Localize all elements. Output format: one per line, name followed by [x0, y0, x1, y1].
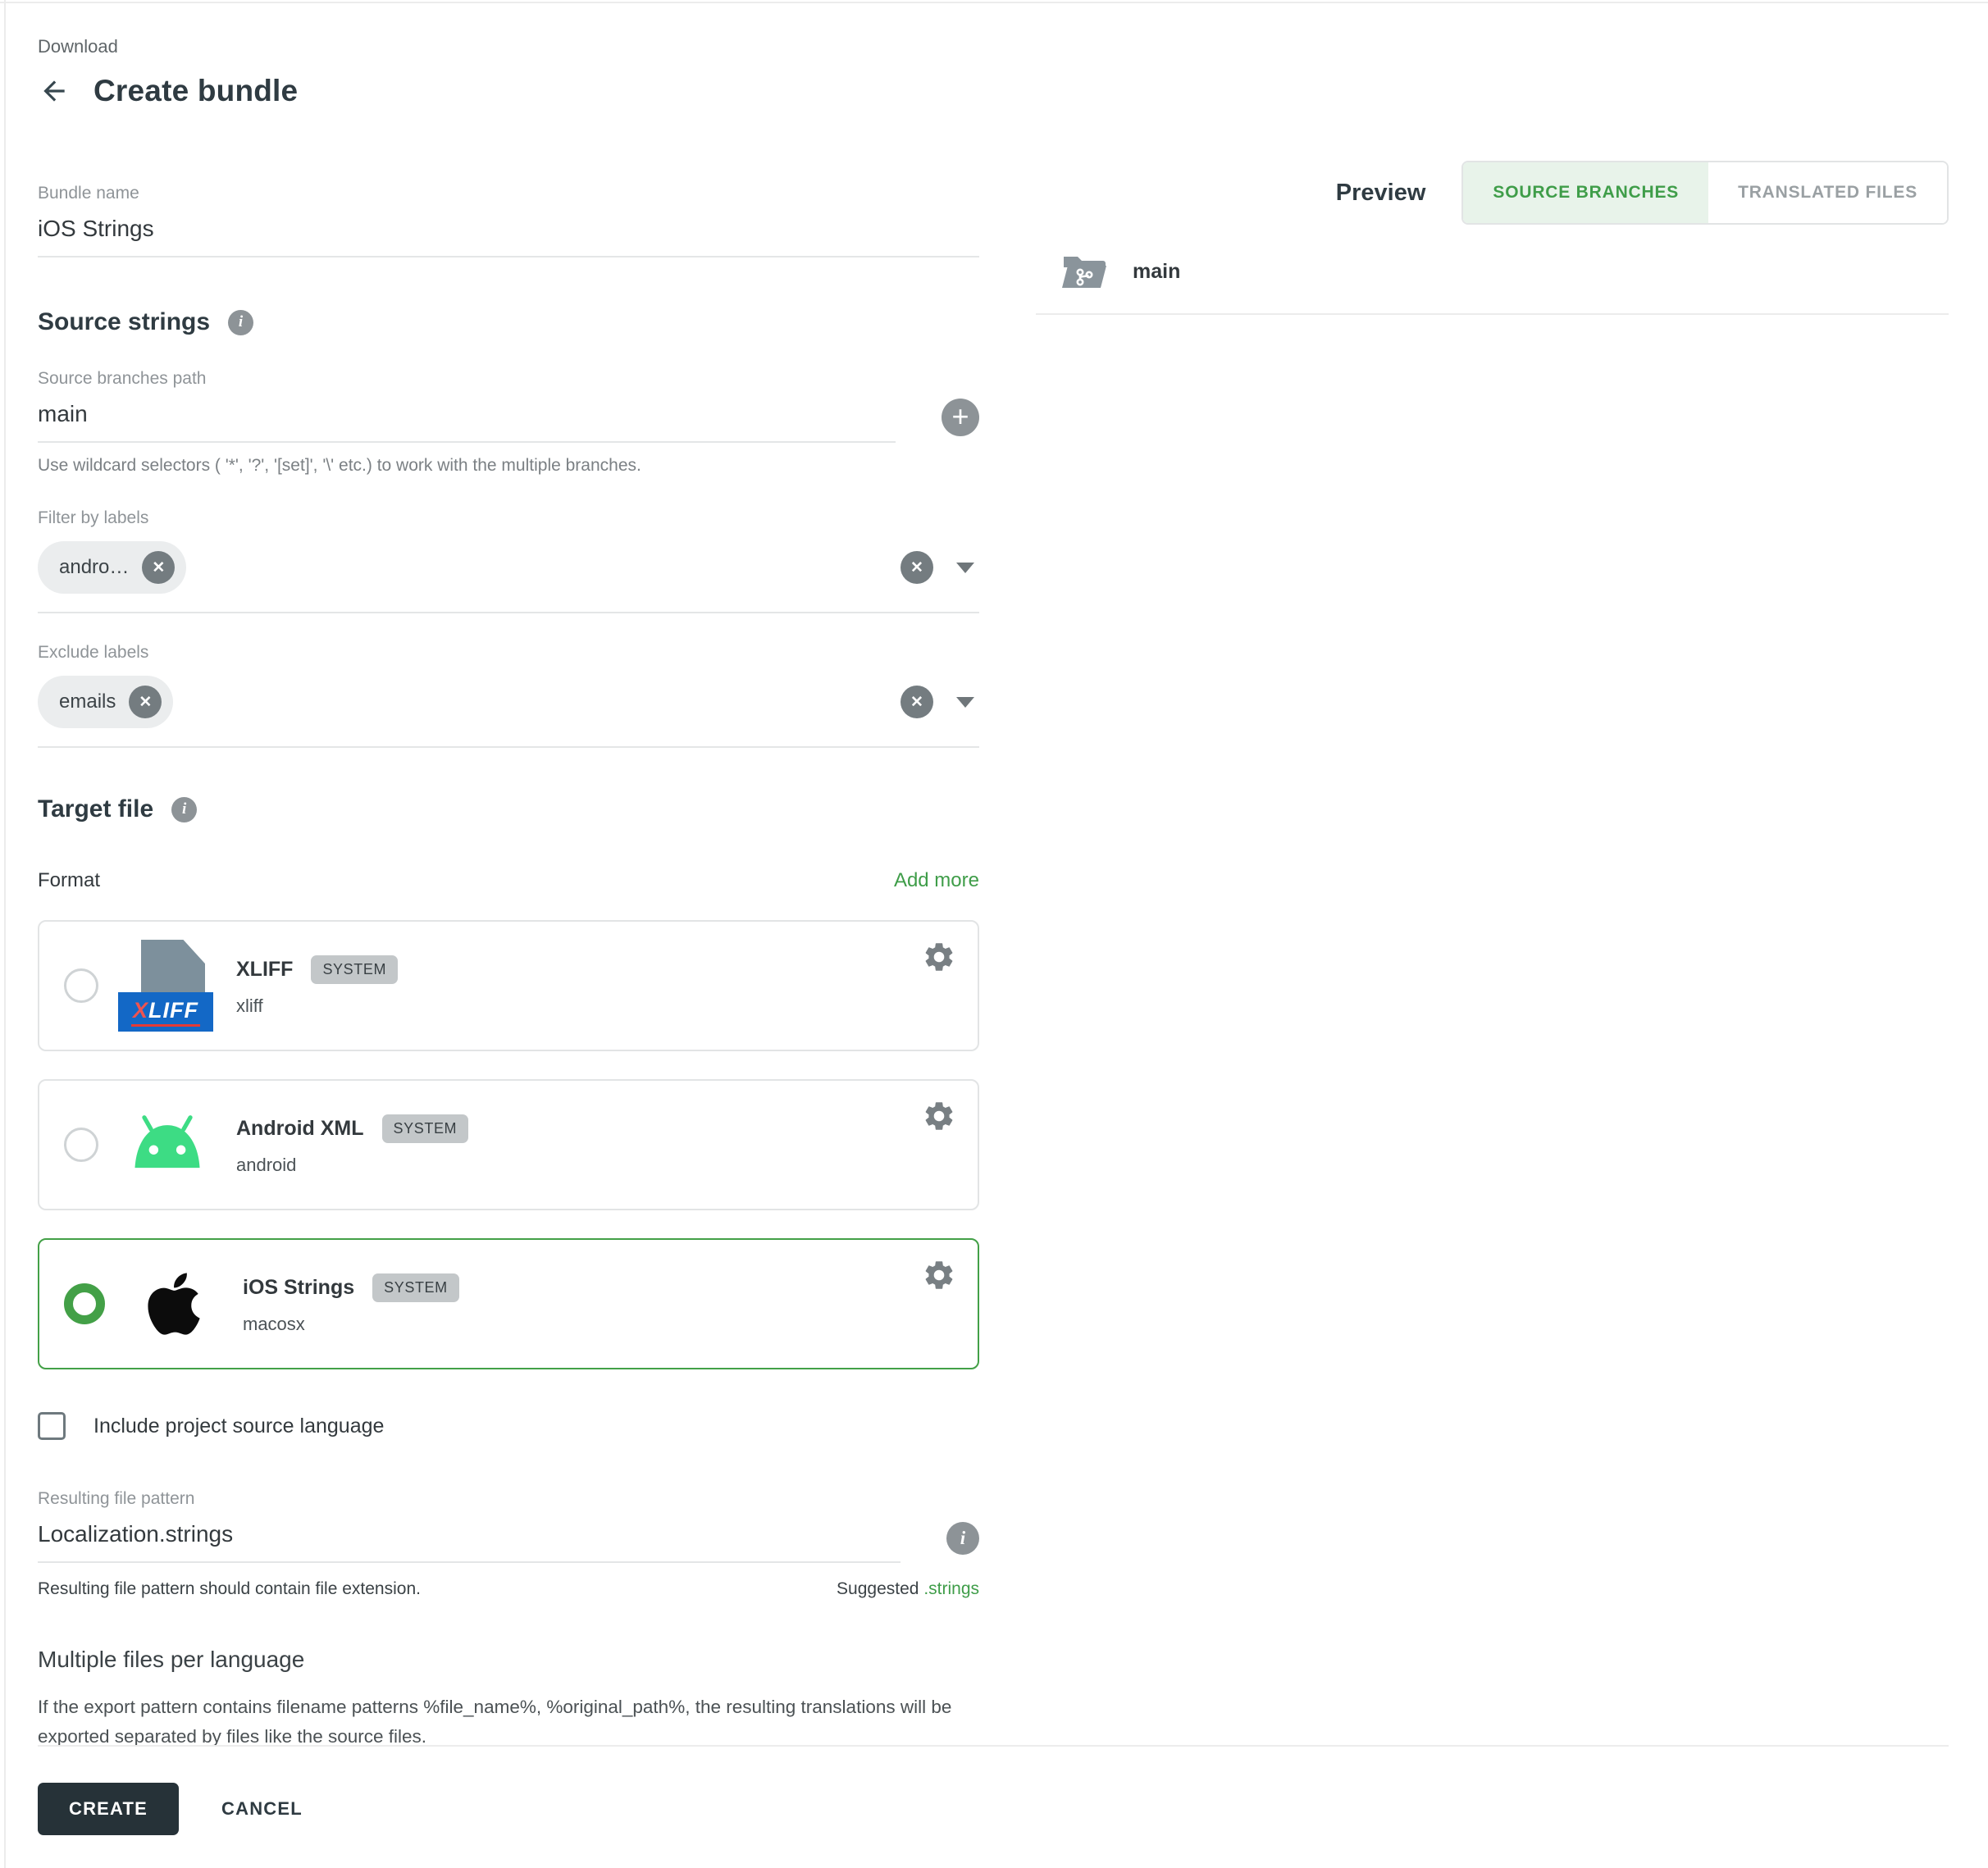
format-label: Format	[38, 869, 100, 892]
gear-icon[interactable]	[922, 940, 956, 974]
preview-title: Preview	[1336, 180, 1426, 207]
format-card-ios-strings[interactable]: iOS Strings SYSTEM macosx	[38, 1238, 979, 1369]
system-badge: SYSTEM	[372, 1273, 459, 1302]
system-badge: SYSTEM	[382, 1114, 469, 1143]
create-bundle-page: Download Create bundle Bundle name iOS S…	[0, 0, 1988, 1868]
format-name: XLIFF	[236, 958, 293, 982]
format-header-row: Format Add more	[38, 869, 979, 892]
android-icon	[116, 1114, 218, 1175]
preview-panel: Preview SOURCE BRANCHES TRANSLATED FILES	[1036, 161, 1949, 315]
source-strings-info-icon[interactable]: i	[228, 310, 253, 335]
suggested-extension-link[interactable]: .strings	[923, 1579, 979, 1598]
add-more-link[interactable]: Add more	[894, 869, 979, 892]
cancel-button[interactable]: CANCEL	[221, 1798, 303, 1820]
multiple-files-heading: Multiple files per language	[38, 1647, 979, 1673]
resulting-pattern-label: Resulting file pattern	[38, 1489, 979, 1509]
back-arrow-icon[interactable]	[38, 75, 71, 107]
exclude-labels-label: Exclude labels	[38, 643, 979, 663]
footer-actions: CREATE CANCEL	[38, 1783, 303, 1835]
source-strings-section-header: Source strings i	[38, 308, 979, 336]
format-subtitle: macosx	[243, 1314, 459, 1335]
bundle-form: Download Create bundle Bundle name iOS S…	[38, 0, 979, 1752]
preview-toggle: SOURCE BRANCHES TRANSLATED FILES	[1461, 161, 1949, 225]
target-file-heading: Target file	[38, 795, 153, 823]
source-branches-field: Source branches path main + Use wildcard…	[38, 369, 979, 476]
page-title: Create bundle	[93, 74, 298, 108]
target-file-section-header: Target file i	[38, 795, 979, 823]
clear-field-icon[interactable]: ✕	[901, 686, 933, 718]
gear-icon[interactable]	[922, 1258, 956, 1292]
format-card-xliff[interactable]: XLIFF XLIFF SYSTEM xliff	[38, 920, 979, 1051]
resulting-pattern-input[interactable]: Localization.strings	[38, 1509, 901, 1563]
preview-divider	[1036, 313, 1949, 315]
format-name: Android XML	[236, 1117, 364, 1141]
gear-icon[interactable]	[922, 1099, 956, 1133]
preview-header: Preview SOURCE BRANCHES TRANSLATED FILES	[1036, 161, 1949, 225]
footer-divider	[38, 1745, 1949, 1747]
tree-item-main[interactable]: main	[1036, 253, 1949, 290]
breadcrumb[interactable]: Download	[38, 0, 979, 57]
tree-item-label: main	[1133, 260, 1180, 284]
filter-labels-label: Filter by labels	[38, 508, 979, 528]
panel-left-edge	[4, 0, 6, 1868]
resulting-file-pattern-field: Resulting file pattern Localization.stri…	[38, 1489, 979, 1599]
create-button[interactable]: CREATE	[38, 1783, 179, 1835]
remove-chip-icon[interactable]: ✕	[142, 551, 175, 584]
label-chip[interactable]: emails ✕	[38, 676, 173, 728]
label-chip[interactable]: andro… ✕	[38, 541, 186, 594]
xliff-file-icon: XLIFF	[116, 940, 218, 1032]
pattern-help-text: Resulting file pattern should contain fi…	[38, 1579, 421, 1599]
exclude-labels-input[interactable]: emails ✕ ✕	[38, 667, 979, 748]
bundle-name-label: Bundle name	[38, 184, 979, 203]
multiple-files-description: If the export pattern contains filename …	[38, 1693, 979, 1752]
chevron-down-icon[interactable]	[956, 563, 974, 573]
branch-folder-icon	[1062, 253, 1108, 290]
include-source-language-checkbox[interactable]	[38, 1412, 66, 1440]
include-source-language-row: Include project source language	[38, 1412, 979, 1440]
source-strings-heading: Source strings	[38, 308, 210, 336]
target-file-info-icon[interactable]: i	[171, 797, 197, 822]
system-badge: SYSTEM	[311, 955, 398, 984]
chip-text: emails	[59, 690, 116, 713]
radio-unselected[interactable]	[64, 1128, 98, 1162]
format-subtitle: xliff	[236, 996, 398, 1017]
exclude-labels-field: Exclude labels emails ✕ ✕	[38, 643, 979, 748]
source-branches-input[interactable]: main	[38, 389, 896, 443]
tab-source-branches[interactable]: SOURCE BRANCHES	[1463, 162, 1708, 223]
source-branches-label: Source branches path	[38, 369, 979, 389]
page-header: Create bundle	[38, 74, 979, 108]
add-branch-path-button[interactable]: +	[942, 399, 979, 436]
tab-translated-files[interactable]: TRANSLATED FILES	[1708, 162, 1947, 223]
clear-field-icon[interactable]: ✕	[901, 551, 933, 584]
include-source-language-label[interactable]: Include project source language	[93, 1415, 384, 1438]
format-subtitle: android	[236, 1155, 468, 1176]
chevron-down-icon[interactable]	[956, 697, 974, 708]
filter-labels-input[interactable]: andro… ✕ ✕	[38, 533, 979, 613]
chip-text: andro…	[59, 556, 129, 579]
format-name: iOS Strings	[243, 1276, 354, 1300]
pattern-info-icon[interactable]: i	[946, 1522, 979, 1555]
wildcard-help-text: Use wildcard selectors ( '*', '?', '[set…	[38, 456, 979, 476]
filter-by-labels-field: Filter by labels andro… ✕ ✕	[38, 508, 979, 613]
suggested-label: Suggested	[837, 1579, 919, 1598]
bundle-name-input[interactable]: iOS Strings	[38, 203, 979, 257]
remove-chip-icon[interactable]: ✕	[129, 686, 162, 718]
apple-icon	[123, 1269, 225, 1339]
radio-selected[interactable]	[64, 1283, 105, 1324]
bundle-name-field: Bundle name iOS Strings	[38, 184, 979, 257]
radio-unselected[interactable]	[64, 968, 98, 1003]
format-card-android-xml[interactable]: Android XML SYSTEM android	[38, 1079, 979, 1210]
